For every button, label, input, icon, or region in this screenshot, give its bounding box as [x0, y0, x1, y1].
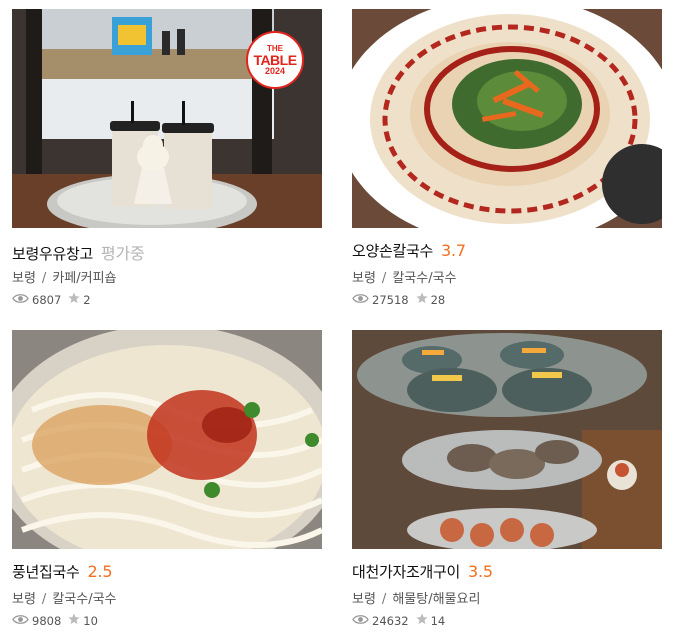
restaurant-card[interactable]: 대천가자조개구이 3.5 보령 / 해물탕/해물요리 24632 14	[352, 330, 664, 628]
card-title-row: 대천가자조개구이 3.5	[352, 561, 664, 583]
region-label: 보령	[12, 592, 36, 607]
favorite-count: 10	[83, 613, 98, 628]
separator: /	[41, 271, 47, 286]
restaurant-name[interactable]: 오양손칼국수	[352, 240, 433, 261]
the-table-2024-badge: THE TABLE 2024	[246, 31, 304, 89]
badge-line2: TABLE	[253, 51, 297, 68]
noodle-dish-photo	[352, 9, 662, 228]
star-icon	[68, 613, 80, 628]
restaurant-category: 보령 / 칼국수/국수	[12, 588, 324, 607]
separator: /	[41, 592, 47, 607]
card-stats: 6807 2	[12, 292, 324, 307]
category-label: 칼국수/국수	[52, 592, 117, 607]
noodle-soup-photo	[12, 330, 322, 549]
category-label: 해물탕/해물요리	[392, 592, 481, 607]
restaurant-category: 보령 / 카페/커피숍	[12, 267, 324, 286]
star-icon	[415, 613, 428, 628]
favorite-count: 14	[430, 613, 446, 628]
restaurant-card[interactable]: THE TABLE 2024 보령우유창고 평가중 보령 / 카페/커피숍 6807…	[12, 9, 324, 307]
rating-score: 2.5	[87, 562, 113, 581]
region-label: 보령	[12, 271, 36, 286]
region-label: 보령	[352, 271, 376, 286]
view-count: 24632	[372, 613, 409, 628]
eye-icon	[352, 293, 369, 307]
badge-line3: 2024	[264, 65, 286, 76]
view-count: 6807	[32, 292, 62, 307]
category-label: 칼국수/국수	[392, 271, 457, 286]
eye-icon	[12, 614, 29, 628]
card-stats: 9808 10	[12, 613, 324, 628]
category-label: 카페/커피숍	[52, 271, 117, 286]
grilled-clams-photo	[352, 330, 662, 549]
eye-icon	[352, 614, 369, 628]
favorite-count: 28	[430, 292, 446, 307]
separator: /	[381, 271, 387, 286]
restaurant-card[interactable]: 풍년집국수 2.5 보령 / 칼국수/국수 9808 10	[12, 330, 324, 628]
rating-score: 평가중	[101, 244, 145, 263]
rating-score: 3.7	[441, 241, 466, 260]
restaurant-category: 보령 / 칼국수/국수	[352, 267, 664, 286]
restaurant-card[interactable]: 오양손칼국수 3.7 보령 / 칼국수/국수 27518 28	[352, 9, 664, 307]
card-title-row: 풍년집국수 2.5	[12, 561, 324, 583]
view-count: 9808	[32, 613, 62, 628]
star-icon	[68, 292, 80, 307]
card-stats: 24632 14	[352, 613, 664, 628]
eye-icon	[12, 293, 29, 307]
restaurant-name[interactable]: 대천가자조개구이	[352, 561, 460, 582]
restaurant-category: 보령 / 해물탕/해물요리	[352, 588, 664, 607]
restaurant-name[interactable]: 보령우유창고	[12, 243, 93, 264]
view-count: 27518	[372, 292, 409, 307]
restaurant-photo[interactable]	[352, 330, 662, 549]
restaurant-photo[interactable]	[12, 330, 322, 549]
star-icon	[415, 292, 428, 307]
restaurant-name[interactable]: 풍년집국수	[12, 561, 80, 582]
separator: /	[381, 592, 387, 607]
favorite-count: 2	[83, 292, 91, 307]
region-label: 보령	[352, 592, 376, 607]
restaurant-photo[interactable]	[352, 9, 662, 228]
card-title-row: 보령우유창고 평가중	[12, 240, 324, 264]
card-title-row: 오양손칼국수 3.7	[352, 240, 664, 262]
restaurant-photo[interactable]: THE TABLE 2024	[12, 9, 322, 228]
rating-score: 3.5	[468, 562, 493, 581]
card-stats: 27518 28	[352, 292, 664, 307]
